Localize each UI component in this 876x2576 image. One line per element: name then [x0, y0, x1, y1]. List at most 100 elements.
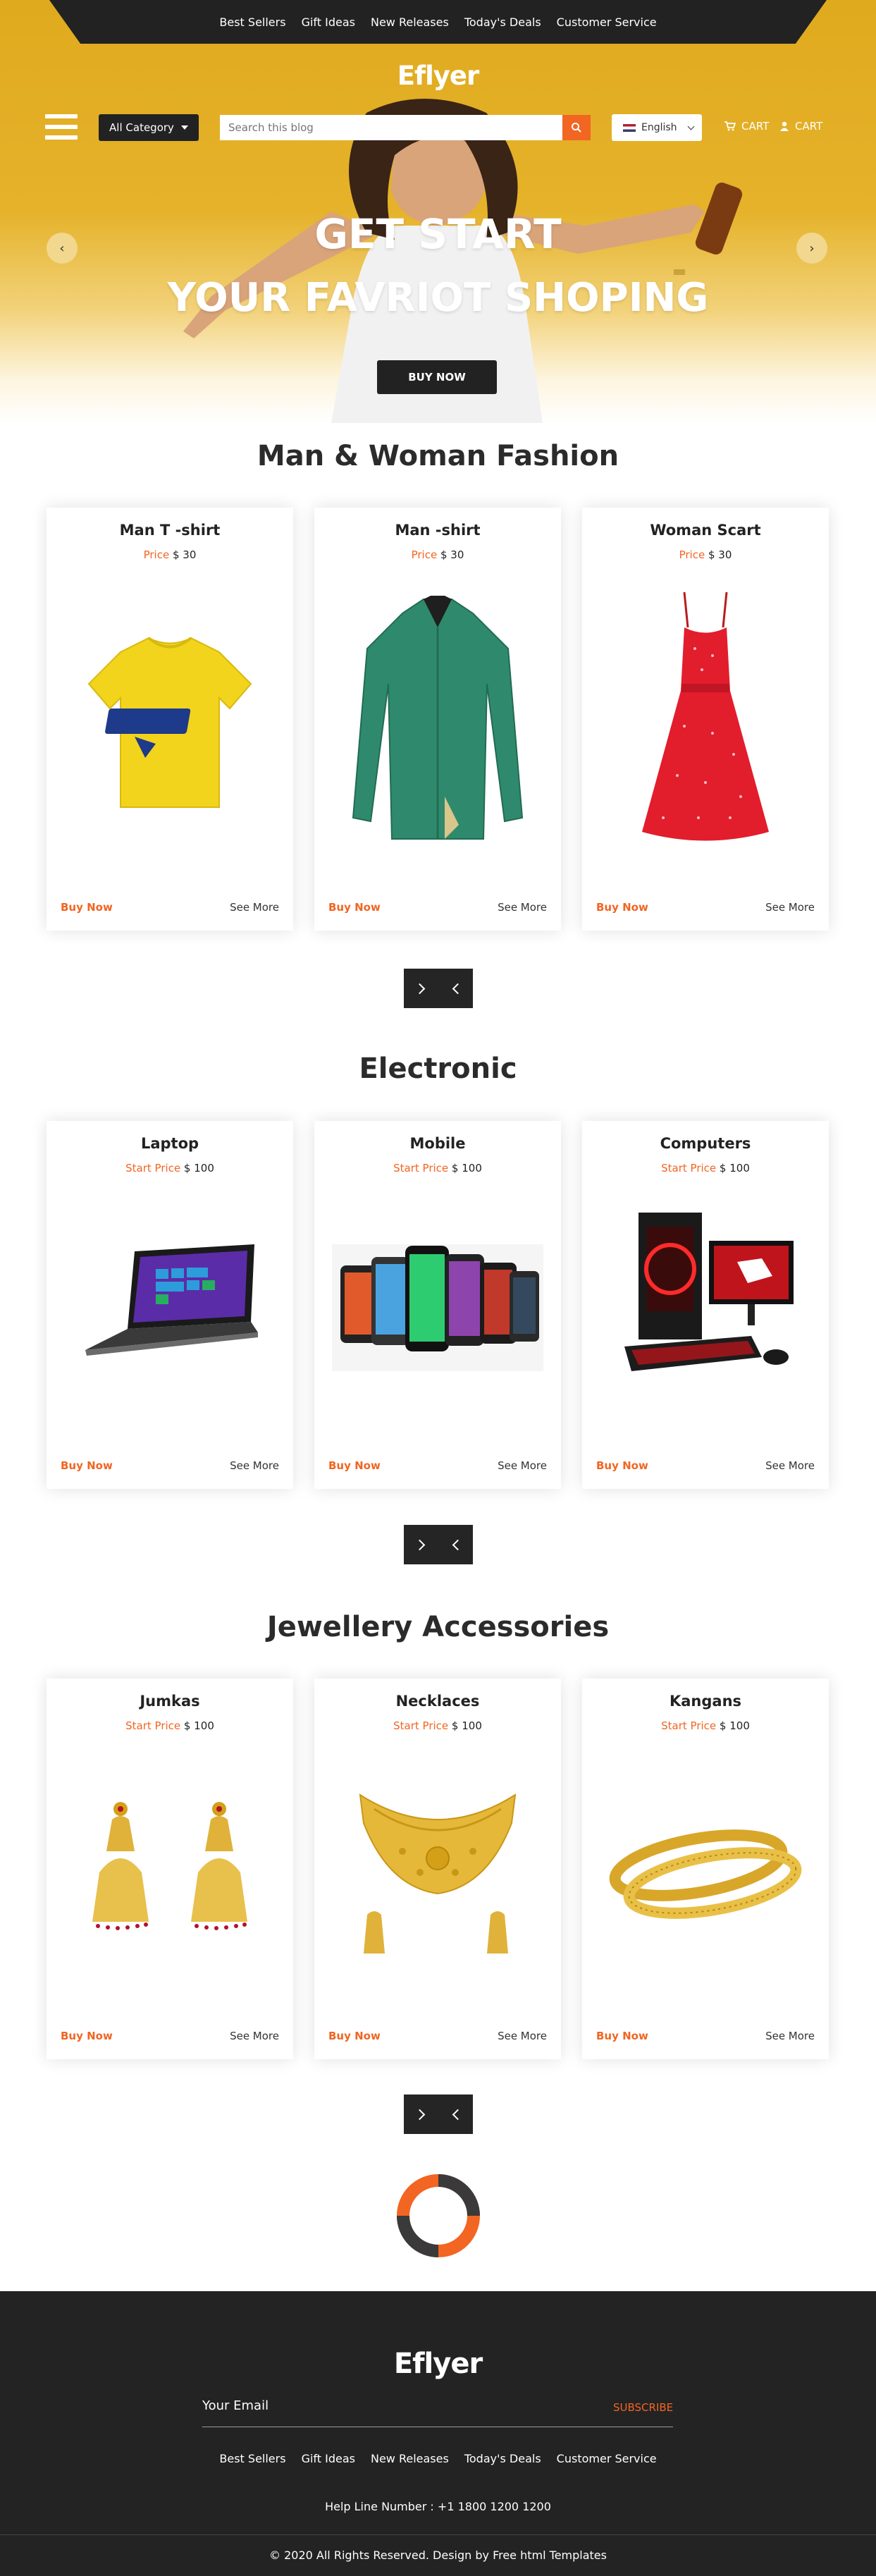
hero-heading-line1: GET START — [314, 210, 562, 258]
language-selector[interactable]: English — [612, 114, 702, 141]
hero-next-button[interactable]: › — [796, 233, 827, 264]
footer-link-todays-deals[interactable]: Today's Deals — [464, 2452, 541, 2465]
top-navigation: Best Sellers Gift Ideas New Releases Tod… — [49, 0, 827, 44]
price-value: $ 30 — [440, 548, 464, 561]
buy-now-link[interactable]: Buy Now — [61, 1459, 113, 1472]
chevron-right-icon — [414, 2109, 425, 2120]
product-name: Computers — [660, 1135, 751, 1152]
footer-link-new-releases[interactable]: New Releases — [371, 2452, 449, 2465]
see-more-link[interactable]: See More — [498, 2030, 547, 2042]
nav-todays-deals[interactable]: Today's Deals — [464, 16, 541, 29]
footer-divider — [0, 2534, 876, 2535]
us-flag-icon — [623, 123, 636, 132]
product-price: Start Price $ 100 — [582, 1719, 829, 1732]
see-more-link[interactable]: See More — [765, 901, 815, 914]
carousel-next-button[interactable] — [404, 969, 438, 1008]
product-image-kangans — [600, 1753, 811, 1992]
see-more-link[interactable]: See More — [765, 1459, 815, 1472]
nav-customer-service[interactable]: Customer Service — [557, 16, 657, 29]
product-card[interactable]: Man T -shirt Price $ 30 Buy Now See More — [47, 508, 293, 931]
hero-prev-button[interactable]: ‹ — [47, 233, 78, 264]
buy-now-link[interactable]: Buy Now — [61, 901, 113, 914]
product-card[interactable]: Mobile Start Price $ 100 Buy Now See Mor… — [314, 1121, 561, 1489]
product-name: Woman Scart — [650, 522, 761, 539]
carousel-prev-button[interactable] — [438, 2094, 473, 2134]
product-image-necklace — [332, 1753, 543, 1992]
chevron-right-icon — [414, 1539, 425, 1550]
product-image-jumkas — [64, 1753, 276, 1992]
carousel-next-button[interactable] — [404, 2094, 438, 2134]
search-button[interactable] — [562, 115, 591, 140]
product-card[interactable]: Computers Start Price $ 100 Buy Now See … — [582, 1121, 829, 1489]
chevron-left-icon: ‹ — [59, 240, 65, 256]
see-more-link[interactable]: See More — [230, 2030, 279, 2042]
nav-new-releases[interactable]: New Releases — [371, 16, 449, 29]
price-label: Start Price — [125, 1719, 181, 1732]
nav-best-sellers[interactable]: Best Sellers — [219, 16, 285, 29]
hero-buy-now-button[interactable]: BUY NOW — [377, 360, 497, 394]
jewellery-carousel-controls — [404, 2094, 473, 2134]
carousel-prev-button[interactable] — [438, 969, 473, 1008]
footer-link-gift-ideas[interactable]: Gift Ideas — [302, 2452, 355, 2465]
product-card[interactable]: Laptop Start Price $ 100 Buy Now See Mor… — [47, 1121, 293, 1489]
account-link[interactable]: CART — [779, 120, 822, 133]
see-more-link[interactable]: See More — [498, 901, 547, 914]
footer-navigation: Best Sellers Gift Ideas New Releases Tod… — [0, 2452, 876, 2465]
carousel-prev-button[interactable] — [438, 1525, 473, 1564]
search-icon — [572, 123, 581, 133]
subscribe-button[interactable]: SUBSCRIBE — [613, 2401, 673, 2414]
loading-spinner-icon — [397, 2174, 480, 2257]
buy-now-link[interactable]: Buy Now — [61, 2030, 113, 2042]
search-input[interactable] — [220, 115, 562, 140]
product-price: Price $ 30 — [47, 548, 293, 561]
price-label: Price — [679, 548, 705, 561]
category-label: All Category — [109, 121, 174, 134]
product-image-shirt — [332, 582, 543, 850]
all-category-dropdown[interactable]: All Category — [99, 114, 199, 141]
chevron-down-icon — [687, 123, 695, 130]
product-price: Start Price $ 100 — [47, 1162, 293, 1174]
nav-gift-ideas[interactable]: Gift Ideas — [302, 16, 355, 29]
buy-now-link[interactable]: Buy Now — [328, 2030, 381, 2042]
buy-now-link[interactable]: Buy Now — [596, 901, 648, 914]
product-name: Mobile — [409, 1135, 466, 1152]
product-card[interactable]: Man -shirt Price $ 30 Buy Now See More — [314, 508, 561, 931]
caret-down-icon — [180, 125, 188, 130]
price-label: Start Price — [661, 1162, 717, 1174]
product-card[interactable]: Jumkas Start Price $ 100 Buy Now See Mor — [47, 1679, 293, 2059]
site-logo[interactable]: Eflyer — [0, 61, 876, 91]
footer-link-customer-service[interactable]: Customer Service — [557, 2452, 657, 2465]
see-more-link[interactable]: See More — [230, 901, 279, 914]
language-label: English — [641, 122, 677, 133]
site-footer: Eflyer Your Email SUBSCRIBE Best Sellers… — [0, 2291, 876, 2576]
product-name: Man T -shirt — [119, 522, 221, 539]
email-input[interactable]: Your Email — [202, 2398, 269, 2413]
price-label: Start Price — [393, 1162, 449, 1174]
buy-now-link[interactable]: Buy Now — [596, 1459, 648, 1472]
buy-now-link[interactable]: Buy Now — [328, 901, 381, 914]
see-more-link[interactable]: See More — [230, 1459, 279, 1472]
footer-link-best-sellers[interactable]: Best Sellers — [219, 2452, 285, 2465]
product-name: Man -shirt — [395, 522, 481, 539]
see-more-link[interactable]: See More — [498, 1459, 547, 1472]
hamburger-menu-icon[interactable] — [45, 114, 78, 140]
product-card[interactable]: Kangans Start Price $ 100 Buy Now See Mo… — [582, 1679, 829, 2059]
product-name: Kangans — [669, 1693, 742, 1710]
carousel-next-button[interactable] — [404, 1525, 438, 1564]
price-label: Start Price — [393, 1719, 449, 1732]
chevron-left-icon — [452, 1539, 463, 1550]
product-card[interactable]: Necklaces Start Price $ 100 Buy Now See … — [314, 1679, 561, 2059]
product-image-laptop — [64, 1195, 276, 1406]
product-price: Start Price $ 100 — [314, 1162, 561, 1174]
see-more-link[interactable]: See More — [765, 2030, 815, 2042]
buy-now-link[interactable]: Buy Now — [596, 2030, 648, 2042]
price-label: Start Price — [125, 1162, 181, 1174]
electronic-carousel-controls — [404, 1525, 473, 1564]
buy-now-link[interactable]: Buy Now — [328, 1459, 381, 1472]
cart-link[interactable]: CART — [724, 120, 769, 133]
chevron-left-icon — [452, 983, 463, 994]
footer-logo[interactable]: Eflyer — [0, 2348, 876, 2380]
product-name: Necklaces — [395, 1693, 480, 1710]
product-card[interactable]: Woman Scart Price $ 30 Buy Now See More — [582, 508, 829, 931]
product-price: Price $ 30 — [582, 548, 829, 561]
